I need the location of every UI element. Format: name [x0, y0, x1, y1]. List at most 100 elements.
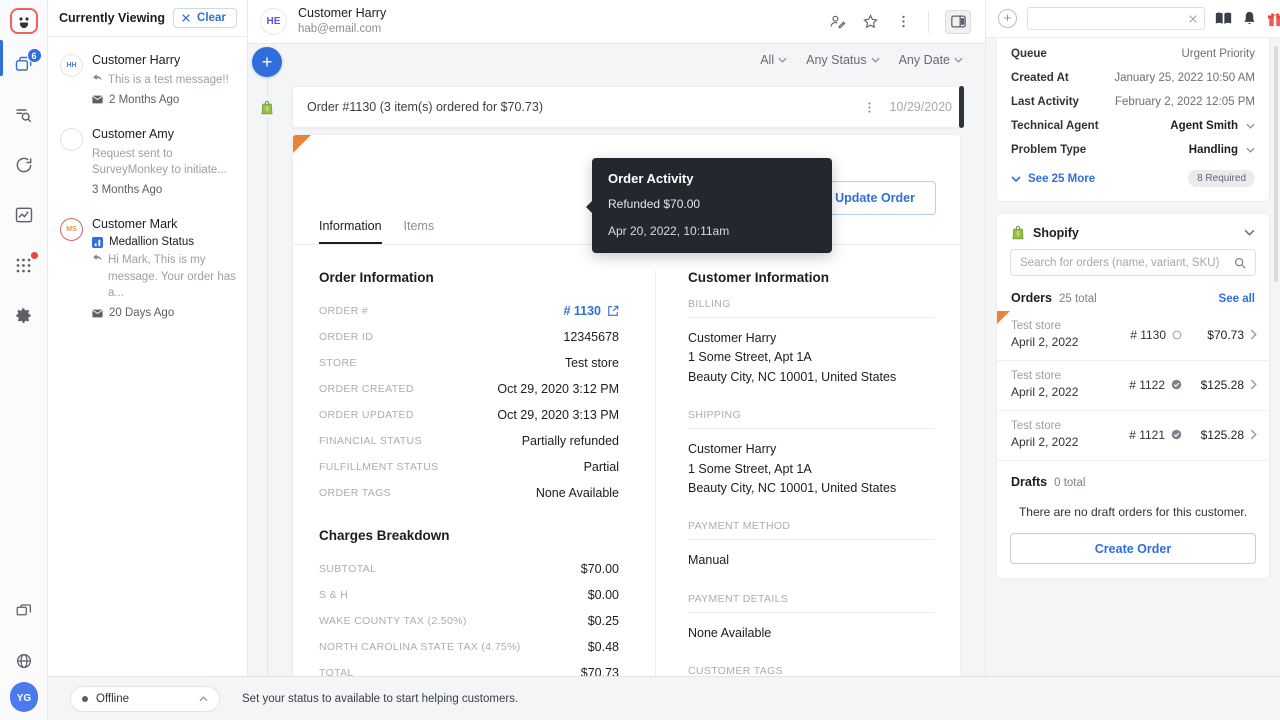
- row-label: STORE: [319, 357, 357, 369]
- more-vertical-icon[interactable]: [862, 100, 877, 115]
- sidebar-item-settings[interactable]: [4, 294, 44, 336]
- table-row: SUBTOTAL $70.00: [319, 556, 619, 582]
- agent-status-label: Offline: [96, 693, 129, 705]
- table-row: S & H $0.00: [319, 582, 619, 608]
- table-row[interactable]: Test store April 2, 2022 # 1122 $125.28: [997, 360, 1269, 410]
- filter-date[interactable]: Any Date: [899, 53, 963, 67]
- add-activity-button[interactable]: +: [252, 47, 282, 77]
- chevron-down-icon: [778, 57, 787, 63]
- see-all-button[interactable]: See all: [1219, 293, 1255, 305]
- ticket-meta-card: Queue Urgent Priority Created At January…: [996, 38, 1270, 202]
- right-panel-scrollbar[interactable]: [1274, 46, 1278, 282]
- order-summary-title: Order #1130 (3 item(s) ordered for $70.7…: [307, 100, 543, 114]
- sidebar-item-sync[interactable]: [4, 144, 44, 186]
- tab-information[interactable]: Information: [319, 215, 382, 244]
- row-value: Handling: [1189, 144, 1255, 156]
- refund-flag-icon: [997, 311, 1010, 324]
- row-value: $0.48: [588, 640, 619, 654]
- sidebar-item-windows[interactable]: [4, 590, 44, 632]
- charges-breakdown-title: Charges Breakdown: [319, 528, 619, 543]
- list-item-preview: This is a test message!!: [92, 72, 237, 89]
- filter-status[interactable]: Any Status: [806, 53, 879, 67]
- billing-label: BILLING: [688, 298, 934, 318]
- gift-icon[interactable]: [1267, 11, 1280, 27]
- bottom-user-avatar[interactable]: YG: [10, 684, 38, 712]
- search-icon: [1234, 257, 1246, 269]
- list-item[interactable]: MS Customer Mark Medallion Status Hi Mar…: [48, 210, 247, 333]
- create-order-button[interactable]: Create Order: [1010, 533, 1256, 564]
- order-strip-scrollbar[interactable]: [959, 86, 964, 128]
- table-row: ORDER ID 12345678: [319, 324, 619, 350]
- tab-items[interactable]: Items: [404, 215, 435, 244]
- shopify-header: S Shopify: [997, 214, 1269, 249]
- tooltip-title: Order Activity: [608, 171, 816, 186]
- more-vertical-icon[interactable]: [895, 13, 912, 30]
- left-icon-rail: 6: [0, 0, 48, 720]
- clear-button-label: Clear: [197, 12, 226, 24]
- orders-label: Orders: [1011, 291, 1052, 305]
- table-row[interactable]: Technical Agent Agent Smith: [997, 114, 1269, 138]
- order-date: April 2, 2022: [1011, 385, 1078, 399]
- global-search-field[interactable]: [1027, 7, 1205, 30]
- sidebar-item-apps[interactable]: [4, 244, 44, 286]
- order-summary-strip[interactable]: Order #1130 (3 item(s) ordered for $70.7…: [292, 86, 961, 128]
- order-row-left: Test store April 2, 2022: [1011, 320, 1078, 349]
- clear-button[interactable]: Clear: [173, 8, 237, 28]
- customer-identity: Customer Harry hab@email.com: [298, 6, 386, 37]
- bell-icon[interactable]: [1242, 11, 1257, 27]
- row-value: 12345678: [563, 330, 619, 344]
- row-label: Queue: [1011, 48, 1047, 60]
- row-value[interactable]: # 1130: [563, 304, 619, 318]
- add-person-icon[interactable]: [829, 13, 846, 30]
- order-number: # 1122: [1129, 378, 1182, 392]
- list-item[interactable]: Customer Amy Request sent to SurveyMonke…: [48, 120, 247, 210]
- row-label: ORDER UPDATED: [319, 409, 414, 421]
- order-activity-tooltip: Order Activity Refunded $70.00 Apr 20, 2…: [592, 158, 832, 253]
- refund-flag-icon: [293, 135, 311, 153]
- plus-circle-icon[interactable]: +: [998, 9, 1017, 28]
- search-input[interactable]: [1020, 257, 1234, 269]
- shopify-order-search[interactable]: [1010, 249, 1256, 276]
- close-icon[interactable]: [1188, 14, 1198, 24]
- smiley-logo[interactable]: [10, 8, 38, 34]
- order-number: # 1130: [1130, 328, 1182, 342]
- book-icon[interactable]: [1215, 11, 1232, 26]
- order-store: Test store: [1011, 370, 1078, 382]
- chevron-right-icon[interactable]: [1250, 329, 1257, 340]
- main-panel: HE Customer Harry hab@email.com: [248, 0, 985, 720]
- list-item-body: Customer Mark Medallion Status Hi Mark, …: [92, 217, 237, 319]
- table-row[interactable]: Problem Type Handling: [997, 138, 1269, 162]
- order-amount: $125.28: [1182, 378, 1244, 392]
- external-link-icon[interactable]: [607, 305, 619, 317]
- shopify-bag-icon: S: [256, 96, 278, 118]
- order-number-text: # 1121: [1129, 428, 1165, 442]
- agent-status-dropdown[interactable]: Offline: [70, 686, 220, 712]
- chevron-down-icon[interactable]: [1244, 229, 1255, 236]
- chevron-right-icon[interactable]: [1250, 429, 1257, 440]
- star-icon[interactable]: [862, 13, 879, 30]
- drafts-empty-message: There are no draft orders for this custo…: [997, 495, 1269, 533]
- filter-all[interactable]: All: [760, 53, 787, 67]
- sidebar-item-inbox[interactable]: 6: [4, 44, 44, 86]
- content-wrap: Order #1130 (3 item(s) ordered for $70.7…: [292, 44, 985, 720]
- sidebar-item-globe[interactable]: [4, 640, 44, 682]
- table-row: Created At January 25, 2022 10:50 AM: [997, 66, 1269, 90]
- row-label: S & H: [319, 589, 348, 601]
- search-input[interactable]: [1034, 13, 1188, 25]
- table-row[interactable]: Test store April 2, 2022 # 1121 $125.28: [997, 410, 1269, 460]
- inbox-badge: 6: [27, 48, 42, 63]
- shopify-bag-icon: S: [1011, 225, 1025, 240]
- filter-all-label: All: [760, 53, 774, 67]
- table-row: WAKE COUNTY TAX (2.50%) $0.25: [319, 608, 619, 634]
- chevron-right-icon[interactable]: [1250, 379, 1257, 390]
- table-row[interactable]: Test store April 2, 2022 # 1130 $70.73: [997, 311, 1269, 360]
- row-value: Urgent Priority: [1182, 48, 1256, 60]
- panel-toggle-icon[interactable]: [945, 10, 971, 34]
- row-label: Technical Agent: [1011, 120, 1099, 132]
- list-item-time-text: 20 Days Ago: [109, 307, 174, 319]
- sidebar-item-search-reports[interactable]: [4, 94, 44, 136]
- list-item[interactable]: HH Customer Harry This is a test message…: [48, 46, 247, 120]
- see-more-button[interactable]: See 25 More: [1011, 173, 1095, 185]
- sidebar-item-analytics[interactable]: [4, 194, 44, 236]
- update-order-button[interactable]: Update Order: [814, 181, 936, 215]
